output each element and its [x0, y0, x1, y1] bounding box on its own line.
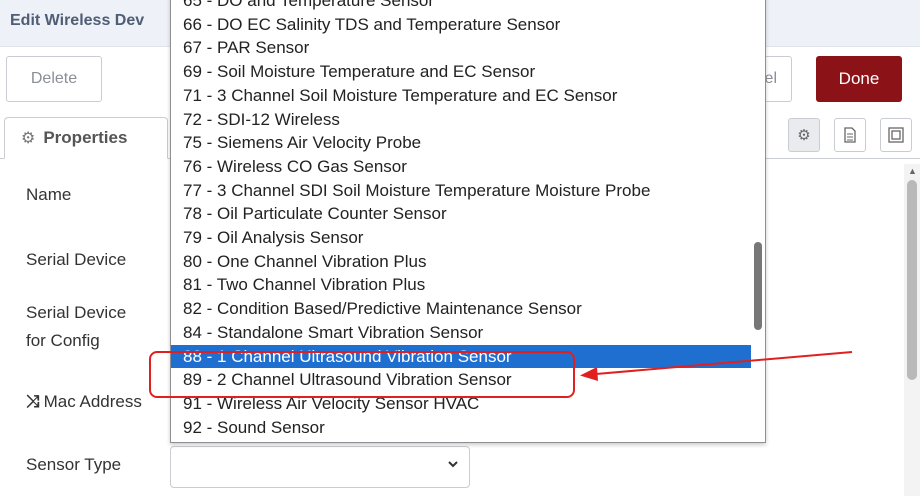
annotation-arrow-icon	[580, 351, 853, 381]
